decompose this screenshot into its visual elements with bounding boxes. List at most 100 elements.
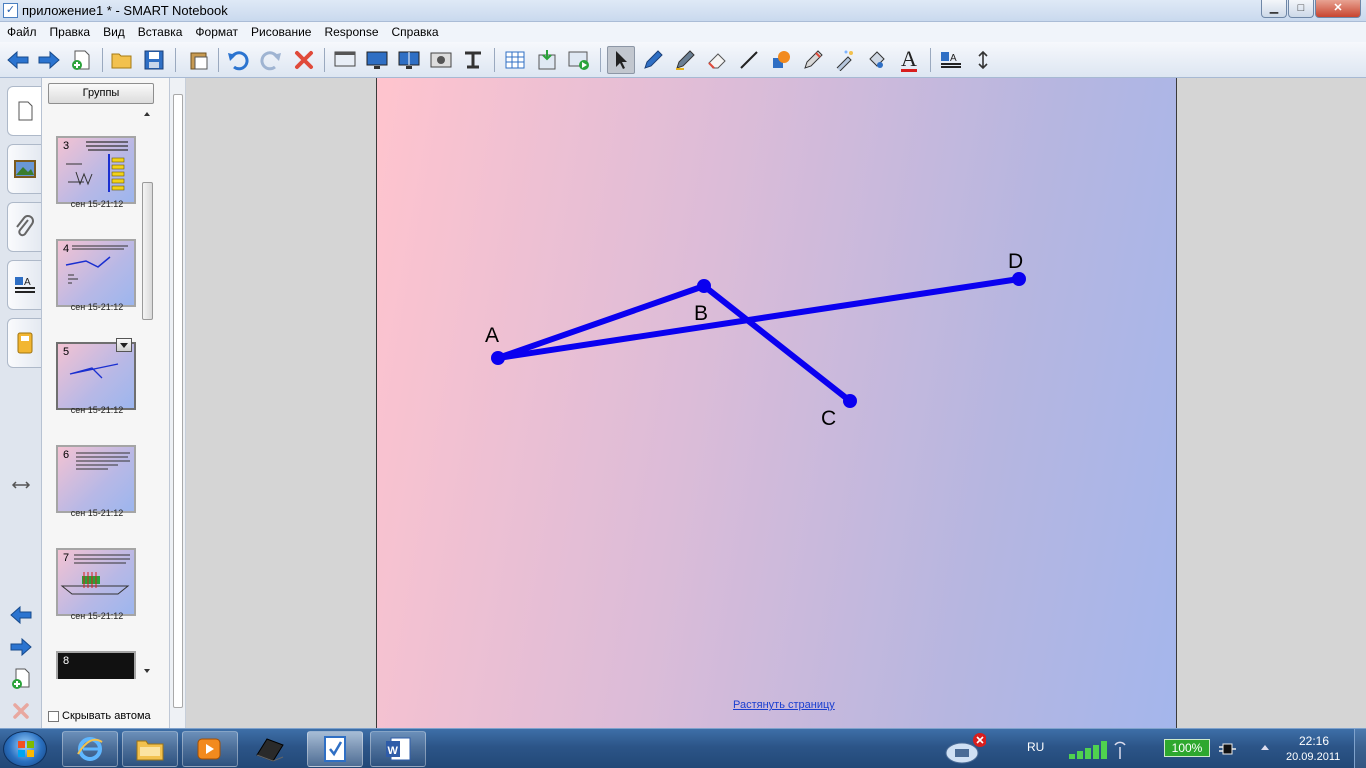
properties-tab-icon[interactable]: A [7,260,41,310]
hide-auto-checkbox[interactable]: Скрывать автома [48,710,158,722]
addons-tab-icon[interactable] [7,318,41,368]
pen-icon[interactable] [639,46,667,74]
side-tabs: A [0,78,42,728]
table-icon[interactable] [501,46,529,74]
smart-notebook-icon[interactable] [307,731,363,767]
open-folder-icon[interactable] [108,46,136,74]
hide-auto-label: Скрывать автома [62,710,151,722]
page-number: 8 [63,655,70,667]
geometry-drawing[interactable] [377,78,1178,728]
point-label-c[interactable]: C [821,408,836,429]
menu-file[interactable]: Файл [0,22,43,42]
display-response-icon[interactable] [565,46,593,74]
page-thumbnail-7[interactable]: 7 [56,548,136,616]
attachments-tab-icon[interactable] [7,202,41,252]
segment-ab [495,283,707,361]
signal-strength-icon[interactable] [1068,739,1136,764]
file-explorer-icon[interactable] [122,731,178,767]
page-thumbnail-5[interactable]: 5 [56,338,136,410]
select-arrow-icon[interactable] [607,46,635,74]
close-button[interactable]: ✕ [1315,0,1361,18]
page-sorter-tab-icon[interactable] [7,86,41,136]
page-thumbnail-4[interactable]: 4 [56,239,136,307]
splitter-scrollbar[interactable] [173,94,183,708]
page-sorter: Группы 3 сен 15-21:12 4 сен 15-21:12 5 с… [42,78,170,728]
document-camera-icon[interactable] [459,46,487,74]
menu-response[interactable]: Response [317,22,384,42]
menu-draw[interactable]: Рисование [244,22,317,42]
start-button[interactable] [3,731,47,767]
back-arrow-icon[interactable] [4,46,32,74]
word-icon[interactable]: W [370,731,426,767]
menu-bar: Файл Правка Вид Вставка Формат Рисование… [0,22,1366,42]
screen-capture-icon[interactable] [427,46,455,74]
show-hidden-icons-icon[interactable] [1258,741,1272,758]
page-thumbnail-6[interactable]: 6 [56,445,136,513]
point-label-d[interactable]: D [1008,251,1023,272]
network-tray-icon[interactable] [936,731,988,767]
creative-pen-icon[interactable] [671,46,699,74]
insert-response-icon[interactable] [533,46,561,74]
redo-icon[interactable] [257,46,285,74]
dual-page-icon[interactable] [395,46,423,74]
page-thumbnail-8[interactable]: 8 [56,651,136,679]
line-icon[interactable] [735,46,763,74]
laptop-icon[interactable] [242,731,298,767]
window-title: приложение1 * - SMART Notebook [22,3,228,18]
minimize-button[interactable]: ▁ [1261,0,1287,18]
menu-view[interactable]: Вид [96,22,131,42]
svg-text:W: W [388,745,399,757]
menu-format[interactable]: Формат [188,22,244,42]
stretch-page-link[interactable]: Растянуть страницу [733,699,835,711]
screen-shade-icon[interactable] [331,46,359,74]
shape-icon[interactable] [767,46,795,74]
show-desktop-button[interactable] [1354,729,1366,768]
properties-icon[interactable]: A [937,46,965,74]
menu-edit[interactable]: Правка [43,22,97,42]
point-label-a[interactable]: A [485,325,499,346]
text-icon[interactable]: A [895,46,923,74]
magic-pen-icon[interactable] [799,46,827,74]
delete-page-icon[interactable] [8,700,34,722]
gallery-tab-icon[interactable] [7,144,41,194]
point-c [843,394,857,408]
media-player-icon[interactable] [182,731,238,767]
maximize-button[interactable]: □ [1288,0,1314,18]
point-label-b[interactable]: B [694,303,708,324]
thumbnail-caption: сен 15-21:12 [70,199,124,209]
previous-page-icon[interactable] [8,604,34,626]
fill-icon[interactable] [831,46,859,74]
next-page-icon[interactable] [8,636,34,658]
clock-date[interactable]: 20.09.2011 [1286,751,1340,763]
thumbnail-menu-button[interactable] [116,338,132,352]
clock-time[interactable]: 22:16 [1299,734,1329,748]
text-tool-glyph: A [901,45,917,72]
add-page-icon[interactable] [8,668,34,690]
power-plug-icon[interactable] [1218,741,1236,760]
checkbox[interactable] [48,710,59,722]
thumbnail-caption: сен 15-21:12 [70,611,124,621]
new-page-icon[interactable] [67,46,95,74]
taskbar: W RU 100% 22:16 20.09.2011 [0,728,1366,768]
internet-explorer-icon[interactable] [62,731,118,767]
save-icon[interactable] [140,46,168,74]
forward-arrow-icon[interactable] [35,46,63,74]
point-d [1012,272,1026,286]
move-sidebar-icon[interactable] [8,474,34,496]
properties-fill-icon[interactable] [863,46,891,74]
page-thumbnail-3[interactable]: 3 [56,136,136,204]
full-screen-icon[interactable] [363,46,391,74]
paste-icon[interactable] [185,46,213,74]
battery-indicator[interactable]: 100% [1164,739,1210,757]
groups-button[interactable]: Группы [48,83,154,104]
toolbar-position-icon[interactable] [969,46,997,74]
eraser-icon[interactable] [703,46,731,74]
menu-help[interactable]: Справка [385,22,445,42]
menu-insert[interactable]: Вставка [131,22,189,42]
sorter-scroll-thumb[interactable] [142,182,153,320]
notebook-page[interactable]: A B C D Растянуть страницу [376,78,1177,728]
delete-icon[interactable] [290,46,318,74]
thumbnail-caption: сен 15-21:12 [70,508,124,518]
undo-icon[interactable] [224,46,252,74]
language-indicator[interactable]: RU [1027,740,1044,754]
